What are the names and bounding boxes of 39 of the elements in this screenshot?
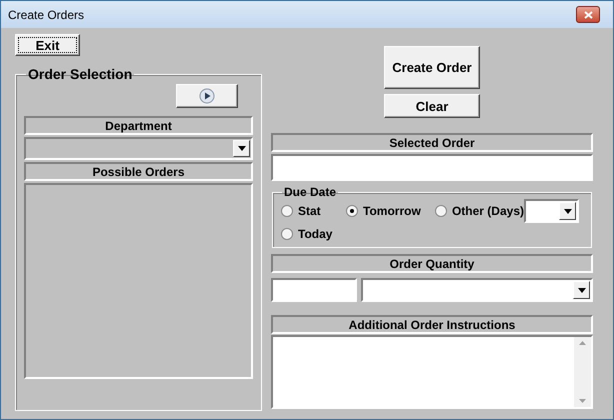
scroll-up-icon[interactable] (579, 341, 586, 345)
section-header: Selected Order (271, 133, 593, 152)
dropdown-field[interactable] (361, 278, 593, 302)
radio-option[interactable]: Other (Days) (435, 204, 524, 218)
column-header: Possible Orders (24, 162, 253, 181)
radio-button[interactable] (435, 205, 447, 217)
play-button[interactable] (176, 84, 238, 108)
group-title: Order Selection (27, 66, 134, 82)
radio-label: Stat (298, 204, 321, 218)
section-header: Order Quantity (271, 254, 593, 273)
radio-button[interactable] (281, 228, 293, 240)
radio-option[interactable]: Today (281, 227, 346, 241)
radio-option[interactable]: Stat (281, 204, 346, 218)
close-icon (584, 10, 592, 18)
clear-button[interactable]: Clear (384, 94, 480, 118)
quantity-field[interactable] (271, 278, 357, 302)
play-icon (199, 88, 215, 104)
create-order-button[interactable]: Create Order (384, 46, 480, 89)
group-title: Due Date (283, 185, 338, 199)
selected-order-field[interactable] (271, 154, 593, 181)
section-header: Additional Order Instructions (271, 315, 593, 334)
radio-option[interactable]: Tomorrow (346, 204, 435, 218)
close-button[interactable] (576, 6, 600, 23)
dropdown-field[interactable] (24, 137, 253, 160)
dropdown-field[interactable] (524, 199, 579, 223)
caret-icon (564, 208, 572, 214)
radio-label: Today (298, 227, 332, 241)
caret-icon (238, 146, 246, 151)
window-title: Create Orders (8, 8, 84, 22)
scrollbar[interactable] (574, 337, 591, 407)
radio-button[interactable] (346, 205, 358, 217)
column-header: Department (24, 116, 253, 135)
instructions-field[interactable] (271, 335, 593, 409)
radio-label: Other (Days) (452, 204, 524, 218)
radio-label: Tomorrow (363, 204, 421, 218)
caret-icon (578, 288, 586, 292)
scroll-down-icon[interactable] (579, 399, 586, 403)
exit-button[interactable]: Exit (15, 34, 80, 56)
radio-button[interactable] (281, 205, 293, 217)
